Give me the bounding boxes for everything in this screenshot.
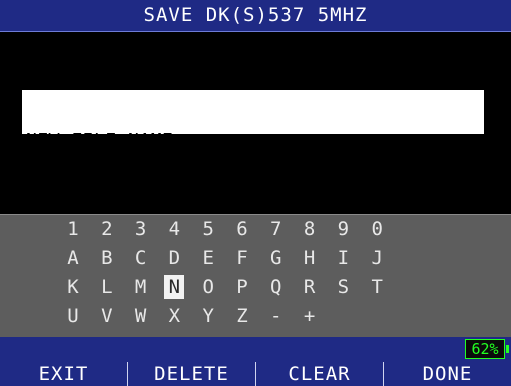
key-7[interactable]: 7 — [261, 217, 291, 241]
key-r[interactable]: R — [295, 275, 325, 299]
keyboard-row-u-plus: U V W X Y Z - + — [58, 304, 328, 330]
key-z[interactable]: Z — [227, 304, 257, 328]
file-name-label: NEW FILE NAME: — [26, 130, 185, 151]
done-button[interactable]: DONE — [384, 362, 511, 386]
file-name-field[interactable]: NEW FILE NAME: DK(S)537 5MHZ-HIGH-GAIN_ — [22, 90, 484, 211]
key-hyphen[interactable]: - — [261, 304, 291, 328]
key-f[interactable]: F — [227, 246, 257, 270]
title-bar: SAVE DK(S)537 5MHZ — [0, 0, 511, 32]
key-v[interactable]: V — [92, 304, 122, 328]
key-3[interactable]: 3 — [126, 217, 156, 241]
battery-indicator: 62% — [465, 339, 509, 359]
save-file-screen: SAVE DK(S)537 5MHZ NEW FILE NAME: DK(S)5… — [0, 0, 511, 386]
key-h[interactable]: H — [295, 246, 325, 270]
key-d[interactable]: D — [159, 246, 189, 270]
screen-title: SAVE DK(S)537 5MHZ — [143, 4, 368, 26]
key-5[interactable]: 5 — [193, 217, 223, 241]
key-2[interactable]: 2 — [92, 217, 122, 241]
status-bar: 62% — [0, 337, 511, 362]
key-y[interactable]: Y — [193, 304, 223, 328]
key-o[interactable]: O — [193, 275, 223, 299]
key-k[interactable]: K — [58, 275, 88, 299]
key-s[interactable]: S — [328, 275, 358, 299]
key-u[interactable]: U — [58, 304, 88, 328]
key-6[interactable]: 6 — [227, 217, 257, 241]
key-b[interactable]: B — [92, 246, 122, 270]
keyboard-row-digits: 1 2 3 4 5 6 7 8 9 0 — [58, 217, 396, 243]
key-g[interactable]: G — [261, 246, 291, 270]
key-t[interactable]: T — [362, 275, 392, 299]
key-l[interactable]: L — [92, 275, 122, 299]
key-4[interactable]: 4 — [159, 217, 189, 241]
key-0[interactable]: 0 — [362, 217, 392, 241]
keyboard-row-k-t: K L M N O P Q R S T — [58, 275, 396, 301]
keyboard-row-a-j: A B C D E F G H I J — [58, 246, 396, 272]
key-plus[interactable]: + — [295, 304, 325, 328]
key-a[interactable]: A — [58, 246, 88, 270]
key-x[interactable]: X — [159, 304, 189, 328]
key-8[interactable]: 8 — [295, 217, 325, 241]
clear-button[interactable]: CLEAR — [256, 362, 384, 386]
exit-button[interactable]: EXIT — [0, 362, 128, 386]
delete-button[interactable]: DELETE — [128, 362, 256, 386]
key-p[interactable]: P — [227, 275, 257, 299]
key-9[interactable]: 9 — [328, 217, 358, 241]
softkey-bar: EXIT DELETE CLEAR DONE — [0, 362, 511, 386]
key-e[interactable]: E — [193, 246, 223, 270]
on-screen-keyboard: 1 2 3 4 5 6 7 8 9 0 A B C D E F G H I J … — [0, 214, 511, 338]
key-c[interactable]: C — [126, 246, 156, 270]
key-i[interactable]: I — [328, 246, 358, 270]
key-n-selected[interactable]: N — [164, 275, 185, 299]
key-m[interactable]: M — [126, 275, 156, 299]
key-w[interactable]: W — [126, 304, 156, 328]
key-q[interactable]: Q — [261, 275, 291, 299]
key-j[interactable]: J — [362, 246, 392, 270]
file-name-value[interactable]: DK(S)537 5MHZ-HIGH-GAIN_ — [26, 191, 480, 211]
key-1[interactable]: 1 — [58, 217, 88, 241]
